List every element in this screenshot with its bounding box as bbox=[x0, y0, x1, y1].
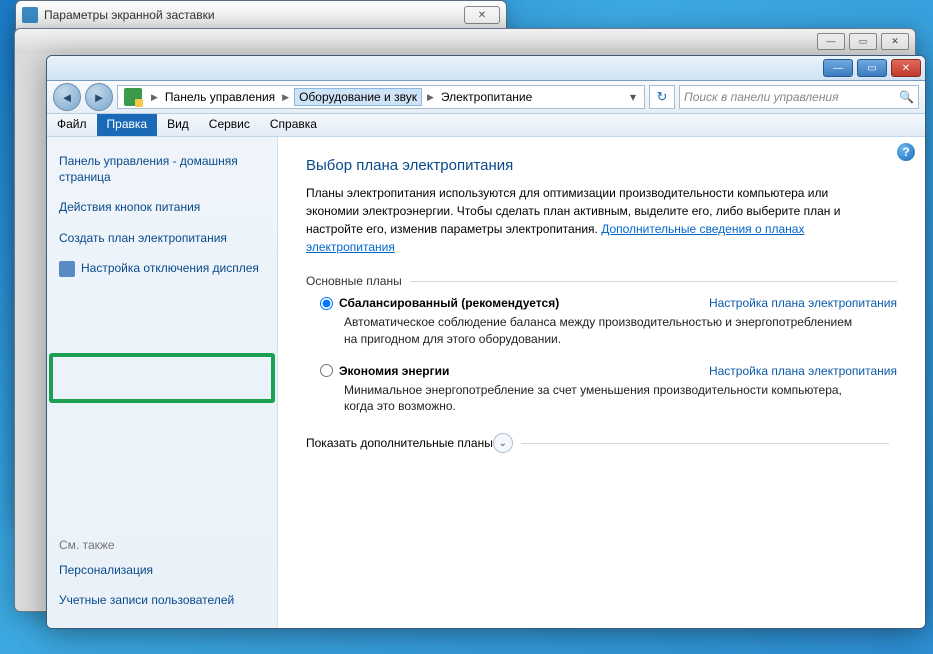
plan-saver-radio[interactable] bbox=[320, 364, 333, 377]
sidebar-link-create-plan[interactable]: Создать план электропитания bbox=[59, 230, 265, 246]
background-titlebar: — ▭ ✕ bbox=[15, 29, 915, 53]
breadcrumb-item-2[interactable]: Электропитание bbox=[439, 90, 534, 104]
show-more-plans[interactable]: Показать дополнительные планы ⌄ bbox=[306, 433, 897, 453]
maximize-button[interactable]: ▭ bbox=[857, 59, 887, 77]
menu-view[interactable]: Вид bbox=[157, 114, 199, 136]
control-panel-icon bbox=[124, 88, 142, 106]
menu-file[interactable]: Файл bbox=[47, 114, 97, 136]
content-area: ? Панель управления - домашняя страница … bbox=[47, 137, 925, 628]
see-also-label: См. также bbox=[59, 538, 265, 552]
bg-maximize-button[interactable]: ▭ bbox=[849, 33, 877, 50]
sidebar-seealso-personalization[interactable]: Персонализация bbox=[59, 562, 265, 578]
sidebar-seealso-accounts[interactable]: Учетные записи пользователей bbox=[59, 592, 265, 608]
plans-group-label: Основные планы bbox=[306, 274, 897, 288]
plan-balanced-config-link[interactable]: Настройка плана электропитания bbox=[709, 296, 897, 310]
menu-edit[interactable]: Правка bbox=[97, 114, 158, 136]
menu-service[interactable]: Сервис bbox=[199, 114, 260, 136]
plan-balanced: Сбалансированный (рекомендуется) Настрой… bbox=[320, 296, 897, 348]
menu-bar: Файл Правка Вид Сервис Справка bbox=[47, 114, 925, 137]
bg-minimize-button[interactable]: — bbox=[817, 33, 845, 50]
plan-saver-desc: Минимальное энергопотребление за счет ум… bbox=[344, 382, 864, 416]
nav-back-button[interactable]: ◄ bbox=[53, 83, 81, 111]
plans-group-label-text: Основные планы bbox=[306, 274, 402, 288]
breadcrumb-sep-icon: ▶ bbox=[146, 92, 163, 103]
search-placeholder: Поиск в панели управления bbox=[684, 90, 839, 104]
close-button[interactable]: ✕ bbox=[891, 59, 921, 77]
screensaver-icon bbox=[22, 7, 38, 23]
sidebar: Панель управления - домашняя страница Де… bbox=[47, 137, 278, 628]
breadcrumb-sep-icon: ▶ bbox=[277, 92, 294, 103]
refresh-button[interactable]: ↻ bbox=[649, 85, 675, 109]
search-input[interactable]: Поиск в панели управления 🔍 bbox=[679, 85, 919, 109]
page-description: Планы электропитания используются для оп… bbox=[306, 184, 866, 256]
menu-help[interactable]: Справка bbox=[260, 114, 327, 136]
chevron-down-icon: ⌄ bbox=[493, 433, 513, 453]
page-title: Выбор плана электропитания bbox=[306, 157, 897, 174]
nav-forward-button[interactable]: ► bbox=[85, 83, 113, 111]
plan-saver: Экономия энергии Настройка плана электро… bbox=[320, 364, 897, 416]
plan-balanced-label[interactable]: Сбалансированный (рекомендуется) bbox=[339, 296, 559, 310]
minimize-button[interactable]: — bbox=[823, 59, 853, 77]
screensaver-title: Параметры экранной заставки bbox=[44, 8, 215, 22]
plan-balanced-radio[interactable] bbox=[320, 297, 333, 310]
breadcrumb-bar[interactable]: ▶ Панель управления ▶ Оборудование и зву… bbox=[117, 85, 645, 109]
navigation-bar: ◄ ► ▶ Панель управления ▶ Оборудование и… bbox=[47, 81, 925, 114]
breadcrumb-item-0[interactable]: Панель управления bbox=[163, 90, 277, 104]
sidebar-link-display-off-label: Настройка отключения дисплея bbox=[81, 260, 259, 276]
breadcrumb-item-1[interactable]: Оборудование и звук bbox=[294, 88, 422, 106]
display-settings-icon bbox=[59, 261, 75, 277]
plan-balanced-desc: Автоматическое соблюдение баланса между … bbox=[344, 314, 864, 348]
breadcrumb-dropdown-icon[interactable]: ▾ bbox=[624, 90, 642, 104]
search-icon: 🔍 bbox=[899, 90, 914, 104]
bg-close-button[interactable]: ✕ bbox=[881, 33, 909, 50]
control-panel-window: — ▭ ✕ ◄ ► ▶ Панель управления ▶ Оборудов… bbox=[46, 55, 926, 629]
sidebar-link-display-off[interactable]: Настройка отключения дисплея bbox=[59, 260, 265, 277]
screensaver-close-button[interactable]: ✕ bbox=[464, 6, 500, 24]
plan-saver-config-link[interactable]: Настройка плана электропитания bbox=[709, 364, 897, 378]
breadcrumb-sep-icon: ▶ bbox=[422, 92, 439, 103]
screensaver-titlebar: Параметры экранной заставки ✕ bbox=[16, 1, 506, 30]
sidebar-link-buttons[interactable]: Действия кнопок питания bbox=[59, 199, 265, 215]
sidebar-link-home[interactable]: Панель управления - домашняя страница bbox=[59, 153, 265, 185]
show-more-plans-label: Показать дополнительные планы bbox=[306, 436, 493, 450]
main-panel: Выбор плана электропитания Планы электро… bbox=[278, 137, 925, 628]
plan-saver-label[interactable]: Экономия энергии bbox=[339, 364, 449, 378]
main-titlebar: — ▭ ✕ bbox=[47, 56, 925, 81]
